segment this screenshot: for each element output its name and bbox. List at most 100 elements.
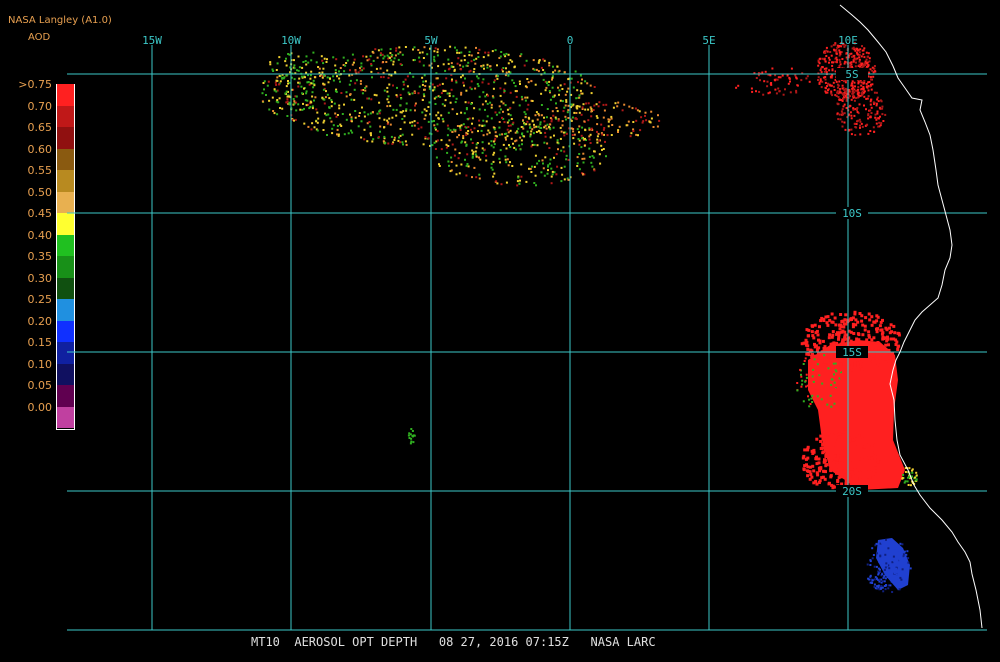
aod-pixel bbox=[404, 140, 407, 143]
aod-pixel bbox=[527, 103, 530, 106]
aod-pixel bbox=[326, 93, 329, 96]
aod-pixel bbox=[853, 99, 856, 102]
aod-pixel bbox=[593, 169, 596, 172]
aod-pixel bbox=[515, 95, 518, 98]
aod-pixel bbox=[322, 82, 325, 85]
aod-pixel bbox=[442, 120, 445, 123]
aod-pixel bbox=[359, 69, 362, 72]
aod-pixel bbox=[466, 163, 469, 165]
aod-pixel bbox=[812, 450, 816, 454]
aod-pixel bbox=[460, 68, 463, 71]
aod-pixel bbox=[901, 543, 904, 546]
aod-pixel bbox=[533, 182, 536, 184]
aod-pixel bbox=[364, 89, 367, 92]
aod-pixel bbox=[358, 115, 361, 117]
aod-pixel bbox=[404, 46, 407, 48]
aod-pixel bbox=[482, 119, 485, 122]
aod-pixel bbox=[379, 54, 382, 57]
aod-pixel bbox=[869, 559, 872, 562]
aod-pixel bbox=[473, 107, 476, 110]
aod-pixel bbox=[484, 95, 487, 98]
aod-pixel bbox=[452, 65, 455, 68]
aod-pixel bbox=[602, 103, 605, 106]
aod-pixel bbox=[357, 125, 360, 128]
aod-pixel bbox=[455, 164, 458, 167]
aod-pixel bbox=[486, 133, 489, 136]
aod-pixel bbox=[876, 315, 880, 319]
aod-pixel bbox=[578, 105, 581, 108]
aod-pixel bbox=[512, 142, 514, 145]
aod-pixel bbox=[857, 333, 861, 336]
aod-pixel bbox=[800, 385, 803, 388]
aod-pixel bbox=[835, 471, 838, 475]
aod-pixel bbox=[776, 78, 779, 81]
aod-pixel bbox=[448, 139, 451, 142]
aod-pixel bbox=[770, 82, 773, 84]
aod-pixel bbox=[542, 58, 545, 61]
aod-pixel bbox=[440, 114, 443, 117]
aod-pixel bbox=[375, 94, 378, 97]
aod-pixel bbox=[542, 167, 545, 170]
aod-pixel bbox=[806, 347, 810, 351]
aod-pixel bbox=[830, 92, 833, 95]
aod-pixel bbox=[335, 58, 338, 61]
aod-pixel bbox=[884, 553, 887, 556]
aod-pixel bbox=[543, 71, 546, 74]
aod-pixel bbox=[467, 61, 470, 64]
aod-pixel bbox=[386, 69, 389, 72]
aod-pixel bbox=[299, 108, 302, 111]
aod-pixel bbox=[617, 101, 620, 104]
aod-pixel bbox=[858, 103, 861, 106]
aod-pixel bbox=[303, 87, 305, 90]
aod-pixel bbox=[581, 137, 584, 140]
aod-pixel bbox=[855, 89, 858, 92]
aod-pixel bbox=[863, 340, 866, 344]
aod-pixel bbox=[895, 573, 898, 576]
aod-pixel bbox=[838, 80, 841, 83]
aod-pixel bbox=[876, 110, 879, 113]
aod-pixel bbox=[859, 120, 862, 123]
aod-pixel bbox=[261, 92, 264, 95]
aod-pixel bbox=[863, 104, 865, 107]
aod-pixel bbox=[276, 76, 279, 79]
aod-pixel bbox=[581, 106, 584, 109]
aod-pixel bbox=[805, 376, 808, 379]
aod-pixel bbox=[868, 57, 871, 60]
aod-pixel bbox=[383, 55, 386, 58]
aod-pixel bbox=[353, 88, 356, 91]
aod-pixel bbox=[795, 91, 798, 94]
aod-pixel bbox=[336, 114, 339, 116]
aod-pixel bbox=[481, 81, 484, 84]
aod-pixel bbox=[398, 46, 401, 49]
aod-pixel bbox=[483, 148, 486, 151]
aod-pixel bbox=[418, 60, 421, 63]
aod-pixel bbox=[327, 81, 330, 84]
aod-pixel bbox=[450, 156, 453, 159]
aod-pixel bbox=[376, 56, 379, 59]
aod-pixel bbox=[888, 567, 891, 570]
aod-pixel bbox=[551, 78, 553, 81]
aod-pixel bbox=[573, 111, 576, 114]
aod-pixel bbox=[544, 89, 547, 92]
aod-pixel bbox=[436, 123, 439, 126]
aod-pixel bbox=[336, 125, 339, 127]
aod-pixel bbox=[551, 76, 554, 79]
aod-pixel bbox=[843, 121, 846, 124]
aod-pixel bbox=[401, 133, 404, 136]
aod-pixel bbox=[519, 179, 521, 182]
aod-pixel bbox=[872, 352, 876, 356]
aod-pixel bbox=[821, 443, 825, 447]
aod-pixel bbox=[478, 48, 481, 51]
aod-pixel bbox=[862, 479, 866, 483]
aod-pixel bbox=[481, 103, 484, 106]
aod-pixel bbox=[545, 116, 548, 119]
aod-pixel bbox=[825, 435, 829, 439]
aod-pixel bbox=[902, 582, 905, 585]
aod-pixel bbox=[854, 318, 858, 322]
aod-pixel bbox=[787, 82, 790, 85]
aod-pixel bbox=[586, 82, 589, 85]
aod-pixel bbox=[344, 64, 347, 67]
aod-pixel bbox=[533, 68, 536, 71]
aod-pixel bbox=[392, 60, 395, 63]
aod-pixel bbox=[605, 155, 607, 158]
